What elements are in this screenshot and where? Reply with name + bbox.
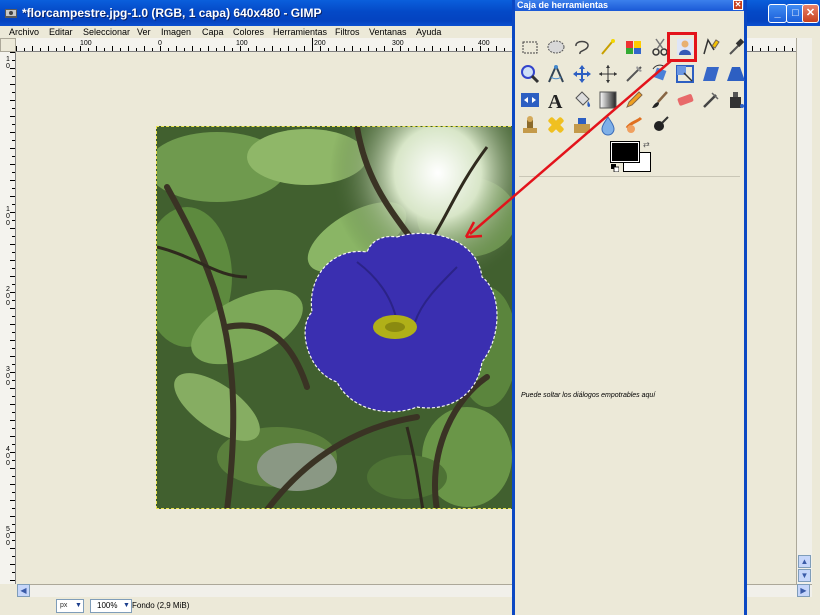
text-icon[interactable]: A bbox=[545, 89, 567, 113]
ruler-label: 1 0 0 bbox=[6, 206, 10, 227]
ruler-label: 200 bbox=[314, 40, 326, 47]
ruler-label: 1 0 bbox=[6, 56, 10, 70]
scroll-down-arrow[interactable]: ▼ bbox=[798, 569, 811, 582]
unit-select[interactable]: px ▼ bbox=[56, 599, 84, 613]
vertical-scrollbar[interactable]: ▲ ▼ bbox=[796, 38, 812, 584]
menu-filtros[interactable]: Filtros bbox=[335, 26, 360, 38]
gimp-icon bbox=[5, 9, 17, 18]
menu-ver[interactable]: Ver bbox=[137, 26, 151, 38]
flower-photo[interactable] bbox=[157, 127, 516, 509]
menu-seleccionar[interactable]: Seleccionar bbox=[83, 26, 130, 38]
active-tool-highlight bbox=[667, 32, 697, 62]
perspective-icon[interactable] bbox=[725, 63, 747, 85]
toolbox-titlebar[interactable]: Caja de herramientas ✕ bbox=[515, 0, 744, 11]
rotate-icon[interactable] bbox=[649, 63, 671, 85]
scroll-right-arrow[interactable]: ▶ bbox=[797, 584, 810, 597]
perspective-clone-icon[interactable] bbox=[571, 114, 593, 136]
menu-herramientas[interactable]: Herramientas bbox=[273, 26, 327, 38]
zoom-select[interactable]: 100% ▼ bbox=[90, 599, 132, 613]
shear-icon[interactable] bbox=[700, 63, 722, 85]
fuzzy-select-icon[interactable] bbox=[597, 36, 619, 58]
zoom-icon[interactable] bbox=[519, 63, 541, 85]
menu-archivo[interactable]: Archivo bbox=[9, 26, 39, 38]
crop-icon[interactable] bbox=[623, 63, 645, 85]
ruler-label: 400 bbox=[478, 40, 490, 47]
ruler-label: 300 bbox=[392, 40, 404, 47]
menu-editar[interactable]: Editar bbox=[49, 26, 73, 38]
scroll-up-arrow[interactable]: ▲ bbox=[798, 555, 811, 568]
default-colors-icon[interactable] bbox=[611, 164, 619, 172]
scale-icon[interactable] bbox=[674, 63, 696, 85]
ruler-label: 0 bbox=[158, 40, 162, 47]
paintbrush-icon[interactable] bbox=[649, 89, 671, 111]
dodge-burn-icon[interactable] bbox=[649, 114, 671, 136]
color-picker-icon[interactable] bbox=[725, 36, 747, 58]
menu-imagen[interactable]: Imagen bbox=[161, 26, 191, 38]
menu-colores[interactable]: Colores bbox=[233, 26, 264, 38]
heal-icon[interactable] bbox=[545, 114, 567, 136]
pencil-icon[interactable] bbox=[623, 89, 645, 111]
ruler-label: 2 0 0 bbox=[6, 286, 10, 307]
ellipse-select-icon[interactable] bbox=[545, 36, 567, 58]
ruler-label: 3 0 0 bbox=[6, 366, 10, 387]
ruler-corner[interactable] bbox=[0, 38, 16, 52]
unit-value: px bbox=[60, 602, 68, 609]
measure-icon[interactable] bbox=[545, 63, 567, 85]
ruler-label: 100 bbox=[236, 40, 248, 47]
rect-select-icon[interactable] bbox=[519, 36, 541, 58]
zoom-value: 100% bbox=[97, 601, 118, 610]
ruler-label: 100 bbox=[80, 40, 92, 47]
ruler-vertical[interactable]: 1 0 1 0 0 2 0 0 3 0 0 4 0 0 5 0 0 bbox=[0, 52, 16, 584]
svg-text:A: A bbox=[548, 91, 563, 111]
window-title: *florcampestre.jpg-1.0 (RGB, 1 capa) 640… bbox=[22, 6, 322, 20]
ruler-label: 4 0 0 bbox=[6, 446, 10, 467]
airbrush-icon[interactable] bbox=[700, 89, 722, 111]
dock-hint: Puede soltar los diálogos empotrables aq… bbox=[521, 392, 656, 399]
separator bbox=[519, 176, 740, 177]
ink-icon[interactable] bbox=[725, 89, 747, 111]
ruler-ticks bbox=[10, 52, 15, 581]
bucket-fill-icon[interactable] bbox=[571, 89, 593, 111]
flip-icon[interactable] bbox=[519, 89, 541, 111]
menu-ayuda[interactable]: Ayuda bbox=[416, 26, 441, 38]
blur-icon[interactable] bbox=[597, 114, 619, 136]
toolbox-window: Caja de herramientas ✕ A ⇄ Puede soltar … bbox=[512, 0, 747, 615]
menu-capa[interactable]: Capa bbox=[202, 26, 224, 38]
close-button[interactable]: ✕ bbox=[802, 4, 819, 23]
chevron-down-icon: ▼ bbox=[123, 602, 130, 609]
toolbox-close-button[interactable]: ✕ bbox=[733, 0, 743, 10]
align-icon[interactable] bbox=[597, 63, 619, 85]
swap-colors-icon[interactable]: ⇄ bbox=[643, 140, 650, 149]
chevron-down-icon: ▼ bbox=[75, 602, 82, 609]
move-icon[interactable] bbox=[571, 63, 593, 85]
toolbox-title: Caja de herramientas bbox=[517, 0, 609, 10]
layer-info: Fondo (2,9 MiB) bbox=[132, 601, 190, 610]
menu-ventanas[interactable]: Ventanas bbox=[369, 26, 407, 38]
paths-icon[interactable] bbox=[700, 36, 722, 58]
smudge-icon[interactable] bbox=[623, 114, 645, 136]
blend-icon[interactable] bbox=[597, 89, 619, 111]
eraser-icon[interactable] bbox=[674, 89, 696, 111]
minimize-button[interactable]: _ bbox=[768, 4, 787, 23]
foreground-color[interactable] bbox=[610, 141, 640, 163]
clone-icon[interactable] bbox=[519, 114, 541, 136]
scroll-left-arrow[interactable]: ◀ bbox=[17, 584, 30, 597]
image-canvas[interactable] bbox=[156, 126, 516, 509]
lasso-select-icon[interactable] bbox=[571, 36, 593, 58]
ruler-label: 5 0 0 bbox=[6, 526, 10, 547]
select-by-color-icon[interactable] bbox=[623, 36, 645, 58]
